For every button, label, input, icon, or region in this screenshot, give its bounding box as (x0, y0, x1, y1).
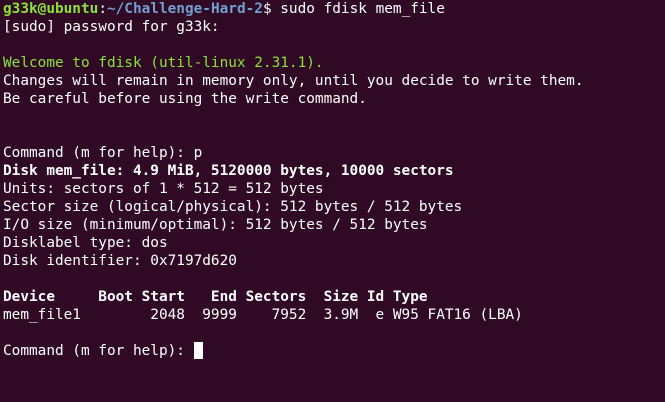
welcome-line: Welcome to fdisk (util-linux 2.31.1). (3, 55, 324, 71)
command-prompt-text: Command (m for help): (3, 343, 194, 359)
partition-table-row: mem_file1 2048 9999 7952 3.9M e W95 FAT1… (3, 307, 523, 323)
text-cursor (193, 342, 203, 359)
units-line: Units: sectors of 1 * 512 = 512 bytes (3, 181, 324, 197)
terminal-window[interactable]: g33k@ubuntu:~/Challenge-Hard-2$ sudo fdi… (0, 0, 665, 402)
io-size-line: I/O size (minimum/optimal): 512 bytes / … (3, 217, 428, 233)
sector-size-line: Sector size (logical/physical): 512 byte… (3, 199, 463, 215)
prompt-path: ~/Challenge-Hard-2 (106, 1, 263, 17)
shell-prompt-line: g33k@ubuntu:~/Challenge-Hard-2$ sudo fdi… (3, 0, 665, 18)
prompt-separator: : (98, 1, 107, 17)
disk-info-line: Disk mem_file: 4.9 MiB, 5120000 bytes, 1… (3, 163, 454, 179)
prompt-symbol: $ (262, 1, 272, 17)
partition-table-header: Device Boot Start End Sectors Size Id Ty… (3, 289, 428, 305)
careful-line: Be careful before using the write comman… (3, 91, 367, 107)
entered-command: sudo fdisk mem_file (271, 1, 445, 17)
disklabel-line: Disklabel type: dos (3, 235, 168, 251)
disk-identifier-line: Disk identifier: 0x7197d620 (3, 253, 237, 269)
command-input-line[interactable]: Command (m for help): (3, 342, 665, 360)
sudo-password-line: [sudo] password for g33k: (3, 19, 220, 35)
command-p-line: Command (m for help): p (3, 145, 203, 161)
changes-line: Changes will remain in memory only, unti… (3, 73, 584, 89)
prompt-user-host: g33k@ubuntu (3, 1, 99, 17)
